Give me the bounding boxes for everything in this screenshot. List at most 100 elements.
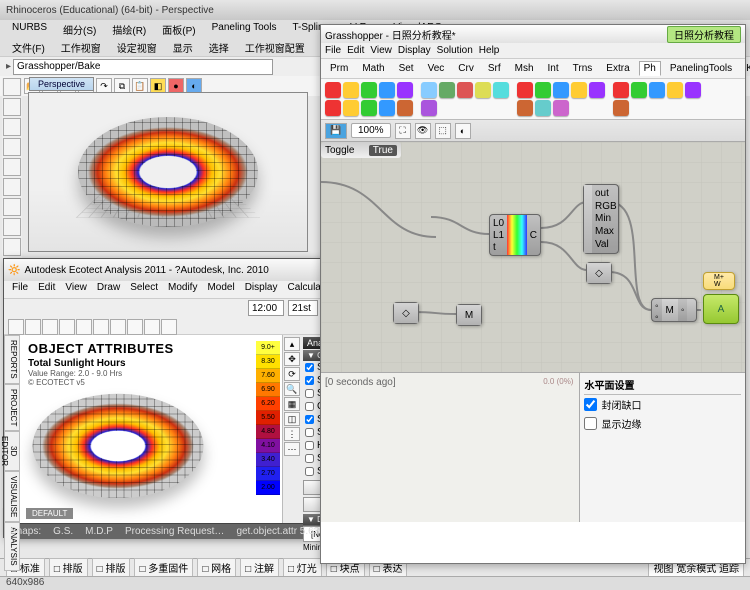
etool-5[interactable]: [76, 319, 92, 335]
btab-layout1[interactable]: □ 排版: [49, 558, 88, 577]
grid-setting-checkbox[interactable]: [305, 402, 314, 411]
tab-trns[interactable]: Trns: [568, 61, 598, 76]
tab-crv[interactable]: Crv: [453, 61, 479, 76]
viewport-render[interactable]: [29, 93, 307, 251]
emenu-select[interactable]: Select: [126, 282, 162, 297]
grid-setting-checkbox[interactable]: [305, 363, 314, 372]
shaded-icon[interactable]: ◐: [455, 123, 471, 139]
gh-canvas[interactable]: Toggle True L0 L1 t C out RGB Min Max Va…: [321, 142, 745, 372]
gh-component-ribbon[interactable]: [321, 79, 745, 120]
comp-icon[interactable]: [325, 82, 341, 98]
solid-icon[interactable]: [3, 238, 21, 256]
menu-subd[interactable]: 细分(S): [57, 22, 102, 36]
grid-setting-checkbox[interactable]: [305, 389, 314, 398]
comp-icon[interactable]: [535, 82, 551, 98]
etool-2[interactable]: [25, 319, 41, 335]
comp-icon[interactable]: [613, 100, 629, 116]
rtool-zoom-icon[interactable]: 🔍: [284, 382, 300, 396]
comp-icon[interactable]: [397, 100, 413, 116]
right-panel-tools[interactable]: ▴ ✥ ⟳ 🔍 ▦ ◫ ⋮ ⋯: [283, 335, 301, 523]
ghmenu-file[interactable]: File: [325, 45, 341, 56]
comp-icon[interactable]: [589, 82, 605, 98]
etool-3[interactable]: [42, 319, 58, 335]
gh-log-panel[interactable]: [0 seconds ago] 0.0 (0%): [321, 373, 580, 522]
grid-setting-checkbox[interactable]: [305, 428, 314, 437]
wireframe-icon[interactable]: ⬚: [435, 123, 451, 139]
gh-doc-label[interactable]: 日照分析教程: [667, 26, 741, 43]
zoom-level[interactable]: 100%: [351, 123, 391, 138]
comp-icon[interactable]: [379, 82, 395, 98]
comp-icon[interactable]: [493, 82, 509, 98]
sidetab-3deditor[interactable]: 3D EDITOR: [4, 431, 20, 471]
arc-icon[interactable]: [3, 158, 21, 176]
comp-icon[interactable]: [325, 100, 341, 116]
perspective-viewport[interactable]: Perspective: [28, 92, 308, 252]
etool-4[interactable]: [59, 319, 75, 335]
emenu-modify[interactable]: Modify: [164, 282, 201, 297]
menu-render[interactable]: 描绘(R): [106, 22, 152, 36]
comp-icon[interactable]: [649, 82, 665, 98]
btab-layout2[interactable]: □ 排版: [92, 558, 131, 577]
menu-file[interactable]: 文件(F): [6, 40, 51, 54]
rtool-move-icon[interactable]: ✥: [284, 352, 300, 366]
menu-setview[interactable]: 设定视窗: [111, 40, 163, 54]
menu-workview[interactable]: 工作视窗: [55, 40, 107, 54]
comp-icon[interactable]: [343, 82, 359, 98]
comp-icon[interactable]: [667, 82, 683, 98]
curve-icon[interactable]: [3, 118, 21, 136]
rtool-rotate-icon[interactable]: ⟳: [284, 367, 300, 381]
emenu-edit[interactable]: Edit: [34, 282, 59, 297]
grid-setting-checkbox[interactable]: [305, 415, 314, 424]
grid-setting-checkbox[interactable]: [305, 376, 314, 385]
comp-icon[interactable]: [517, 100, 533, 116]
preview-toggle-icon[interactable]: 👁: [415, 123, 431, 139]
comp-icon[interactable]: [613, 82, 629, 98]
gh-menubar[interactable]: File Edit View Display Solution Help: [321, 43, 745, 59]
comp-icon[interactable]: [421, 82, 437, 98]
ghmenu-help[interactable]: Help: [479, 45, 500, 56]
preview-node[interactable]: A: [703, 294, 739, 324]
param-node-1[interactable]: ◇: [586, 262, 612, 284]
comp-icon[interactable]: [553, 82, 569, 98]
rtool-slice-icon[interactable]: ◫: [284, 412, 300, 426]
ghmenu-display[interactable]: Display: [398, 45, 431, 56]
menu-select[interactable]: 选择: [203, 40, 235, 54]
surface-icon[interactable]: [3, 218, 21, 236]
pointer-icon[interactable]: [3, 78, 21, 96]
m-merge-node[interactable]: ◦◦ M ◦: [651, 298, 697, 322]
param-node-2[interactable]: ◇: [393, 302, 419, 324]
gh-properties-panel[interactable]: 水平面设置 封闭缺口 显示边缘: [580, 373, 745, 522]
tab-int[interactable]: Int: [543, 61, 564, 76]
btab-annot[interactable]: □ 注解: [240, 558, 279, 577]
ghmenu-solution[interactable]: Solution: [437, 45, 473, 56]
tab-prm[interactable]: Prm: [325, 61, 353, 76]
comp-icon[interactable]: [379, 100, 395, 116]
emenu-display[interactable]: Display: [241, 282, 282, 297]
polygon-icon[interactable]: [3, 198, 21, 216]
comp-icon[interactable]: [439, 82, 455, 98]
comp-icon[interactable]: [361, 100, 377, 116]
rect-icon[interactable]: [3, 178, 21, 196]
etool-8[interactable]: [127, 319, 143, 335]
tab-math[interactable]: Math: [357, 61, 389, 76]
tab-set[interactable]: Set: [394, 61, 419, 76]
etool-7[interactable]: [110, 319, 126, 335]
btab-mesh[interactable]: □ 网格: [197, 558, 236, 577]
comp-icon[interactable]: [343, 100, 359, 116]
comp-icon[interactable]: [361, 82, 377, 98]
grasshopper-window[interactable]: Grasshopper - 日照分析教程* 日照分析教程 File Edit V…: [320, 24, 746, 564]
comp-icon[interactable]: [685, 82, 701, 98]
etool-1[interactable]: [8, 319, 24, 335]
time-hour-input[interactable]: [248, 300, 284, 316]
ghmenu-edit[interactable]: Edit: [347, 45, 364, 56]
rtool-node-icon[interactable]: ⋮: [284, 427, 300, 441]
comp-icon[interactable]: [397, 82, 413, 98]
comp-icon[interactable]: [571, 82, 587, 98]
grid-setting-checkbox[interactable]: [305, 467, 314, 476]
menu-nurbs[interactable]: NURBS: [6, 22, 53, 36]
prop-check-1[interactable]: [584, 398, 597, 411]
menu-display[interactable]: 显示: [167, 40, 199, 54]
emenu-file[interactable]: File: [8, 282, 32, 297]
time-day-input[interactable]: [288, 300, 318, 316]
ecotect-render-view[interactable]: [28, 391, 228, 511]
